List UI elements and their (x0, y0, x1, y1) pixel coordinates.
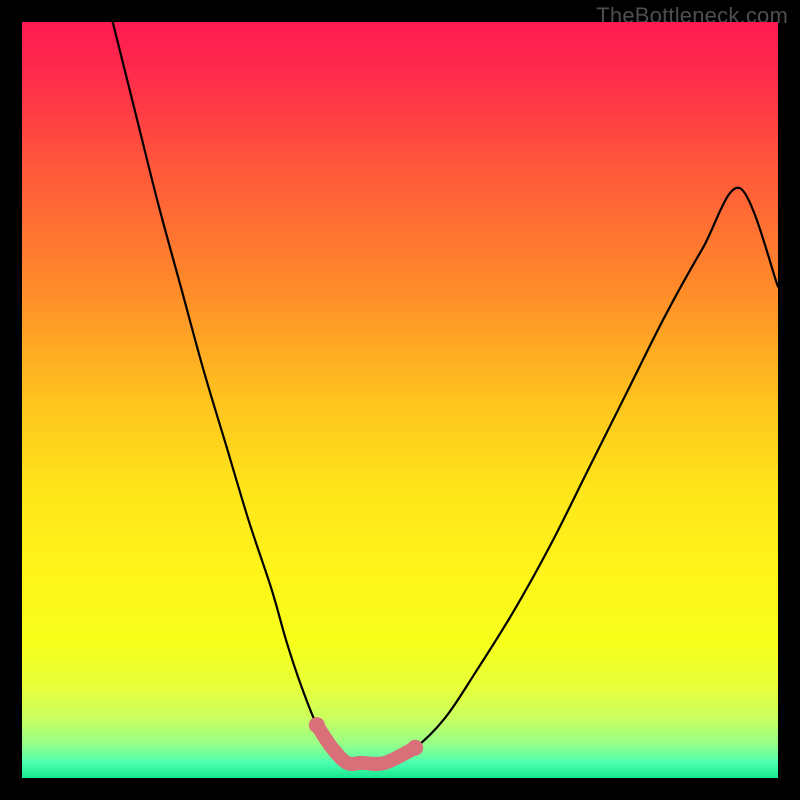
gradient-background (22, 22, 778, 778)
highlight-dot (407, 740, 423, 756)
bottleneck-chart (22, 22, 778, 778)
plot-area (22, 22, 778, 778)
chart-frame: TheBottleneck.com (0, 0, 800, 800)
highlight-dot (309, 717, 325, 733)
